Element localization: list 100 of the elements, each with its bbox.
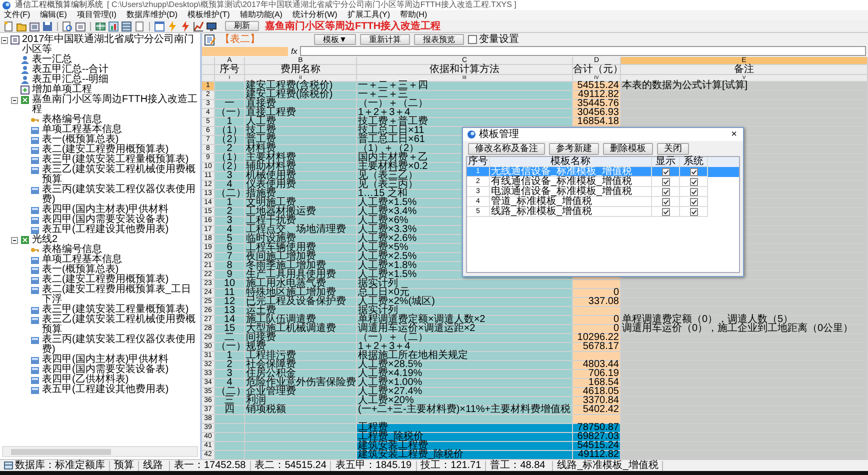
close-button[interactable]: × [729,130,739,140]
tree-item[interactable]: 表三乙(建筑安装工程机械使用费概预算 [42,165,198,185]
checkmark-icon[interactable] [662,188,670,196]
tree-item[interactable]: 2017年中国联通湖北省咸宁分公司南门小区等 [22,35,198,55]
checkmark-icon[interactable] [662,178,670,186]
key-icon [30,115,40,125]
tree-item[interactable]: 单项工程基本信息 [42,125,122,135]
menu-item[interactable]: 编辑(E) [40,10,67,20]
checkmark-icon[interactable] [690,168,698,176]
menu-item[interactable]: 项目管理(I) [76,10,116,20]
tree-item[interactable]: 表二(建安工程费用概预算表_工日下浮 [42,285,198,305]
table-cell [573,280,621,289]
window-icon[interactable] [29,20,40,32]
monitor-icon[interactable] [206,20,217,32]
table-cell: 3370.84 [573,397,621,406]
toolbar-button[interactable]: 报表预览 [414,34,464,45]
dialog-button[interactable]: 参考新建 [549,142,599,154]
horizontal-scrollbar[interactable] [2,446,198,457]
page-icon[interactable] [134,20,145,32]
table-cell: 168.54 [573,379,621,388]
tree-item[interactable]: 表五甲汇总--明细 [32,75,109,85]
tree-item[interactable]: 表一(概预算总表) [42,265,119,275]
collapse-toggle[interactable] [1,36,8,44]
table-cell: （1） [215,127,245,136]
status-text: 表二：54515.24 [254,460,326,470]
formula-field[interactable] [300,46,866,56]
sheet-icon [30,385,40,395]
table-cell: 5 [215,235,245,244]
tree-item[interactable]: 表四甲(乙供材料表) [42,375,129,385]
table-cell: 销项税额 [245,406,357,415]
table-icon[interactable] [121,20,132,32]
toolbar-button[interactable]: 模板▼ [314,34,356,45]
tree-item[interactable]: 表一汇总 [32,55,72,65]
new-file-icon[interactable] [3,20,14,32]
table-cell: 社会保障费 [245,361,357,370]
menu-item[interactable]: 统计分析(W) [292,10,338,20]
table-cell: 0 [573,316,621,325]
tree-item[interactable]: 表三丙(建筑安装工程仪器仪表使用费) [42,185,198,205]
collapse-toggle[interactable] [11,236,18,244]
tree-item[interactable]: 表三甲(建筑安装工程量概预算表) [42,155,189,165]
tree-item[interactable]: 表四甲(国内需要安装设备表) [42,215,169,225]
sheet-icon [30,335,40,345]
chart-icon[interactable] [108,20,119,32]
checkmark-icon[interactable] [690,188,698,196]
menu-item[interactable]: 辅助功能(A) [240,10,282,20]
table-cell: 3 [215,172,245,181]
table-cell: 三 [215,397,245,406]
table-cell: (一+二+三-主要材料费)×11%+主要材料费增值税 [357,406,573,415]
save-icon[interactable] [42,20,53,32]
table-cell: 78750.87 [573,424,621,433]
tree-item[interactable]: 表二(建安工程费用概预算表) [42,145,169,155]
tree-item[interactable]: 表三丙(建筑安装工程仪器仪表使用费) [42,335,198,355]
add-icon [20,85,30,95]
window-icon[interactable] [75,20,86,32]
collapse-toggle[interactable] [11,96,18,104]
dialog-button[interactable]: 删除模板 [603,142,653,154]
menu-item[interactable]: 文件(F) [4,10,30,20]
tree-item[interactable]: 表一(概预算总表) [42,135,119,145]
toolbar-button[interactable]: 重新计算 [360,34,410,45]
tree-item[interactable]: 表四甲(国内主材表)甲供材料 [42,205,169,215]
tree-item[interactable]: 表五甲汇总--合计 [32,65,109,75]
tree-item[interactable]: 单项工程基本信息 [42,255,122,265]
tree-item[interactable]: 表五甲(工程建设其他费用表) [42,225,169,235]
tree-item[interactable]: 表三甲(建筑安装工程量概预算表) [42,305,189,315]
checkmark-icon[interactable] [690,208,698,216]
tree-item[interactable]: 表五甲(工程建设其他费用表) [42,385,169,395]
table-cell: 49112.82 [573,451,621,459]
tree-item[interactable]: 表三乙(建筑安装工程机械使用费概预算 [42,315,198,335]
menu-item[interactable]: 数据库维护(D) [126,10,178,20]
checkbox[interactable] [468,35,477,44]
sheet-icon [30,285,40,295]
table-cell: 建筑安装工程费_除税价 [357,451,573,459]
tree-item[interactable]: 光线2 [32,235,58,245]
refresh-button[interactable]: 刷新 [225,21,259,31]
menu-item[interactable]: 扩展工具(Y) [347,10,390,20]
tree-item[interactable]: 表四甲(国内需要安装设备表) [42,365,169,375]
tree-item[interactable]: 表格编号信息 [42,115,102,125]
window-icon[interactable] [154,20,165,32]
tree-item[interactable]: 表格编号信息 [42,245,102,255]
grid-icon[interactable] [95,20,106,32]
checkmark-icon[interactable] [662,208,670,216]
preview-icon[interactable] [62,20,73,32]
chart-icon[interactable] [193,20,204,32]
checkmark-icon[interactable] [662,168,670,176]
tree-item[interactable]: 嘉鱼南门小区等周边FTTH接入改造工程 [32,95,198,115]
sheet-icon [30,255,40,265]
dialog-button[interactable]: 修改名称及备注 [468,142,545,154]
checkmark-icon[interactable] [690,178,698,186]
table-cell: 调遣用车运价（0），施工企业到工地距离（0公里） [621,325,868,334]
menu-item[interactable]: 模板维护(T) [188,10,230,20]
dialog-button[interactable]: 关闭 [657,142,689,154]
checkmark-icon[interactable] [690,198,698,206]
menu-item[interactable]: 帮助(H) [400,10,428,20]
tree-item[interactable]: 表四甲(国内主材表)甲供材料 [42,355,169,365]
tree-item[interactable]: 增加单项工程 [32,85,92,95]
table-cell: 30456.93 [573,109,621,118]
checkmark-icon[interactable] [662,198,670,206]
status-text: 表五甲：1845.19 [335,460,412,470]
table-cell: 3 [215,217,245,226]
tree-item[interactable]: 表二(建安工程费用概预算表) [42,275,169,285]
